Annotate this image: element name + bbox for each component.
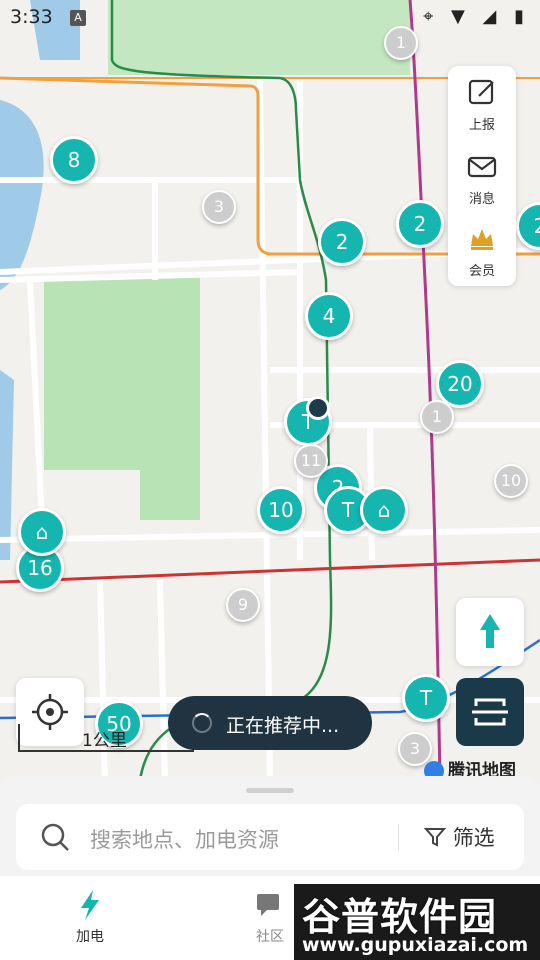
messages-button[interactable]: 消息 (448, 146, 516, 216)
station-pin[interactable]: 4 (305, 292, 353, 340)
unavailable-pin[interactable]: 11 (294, 444, 328, 478)
report-label: 上报 (468, 118, 495, 133)
filter-label: 筛选 (452, 826, 495, 850)
unavailable-pin[interactable]: 3 (202, 190, 236, 224)
recommending-toast: 正在推荐中... (168, 696, 372, 750)
station-pin[interactable]: 10 (257, 486, 305, 534)
search-icon (41, 823, 69, 851)
search-input[interactable]: 搜索地点、加电资源 (90, 824, 279, 854)
station-pin[interactable]: 2 (318, 218, 366, 266)
side-panel: 上报 消息 会员 (448, 66, 516, 286)
app-badge-icon: A (70, 10, 86, 26)
scan-icon (472, 698, 508, 726)
report-button[interactable]: 上报 (448, 72, 516, 142)
mail-icon (467, 156, 497, 178)
search-bar[interactable]: 搜索地点、加电资源 筛选 (16, 804, 524, 870)
station-pin[interactable]: 2 (396, 200, 444, 248)
bottom-sheet[interactable]: 搜索地点、加电资源 筛选 (0, 776, 540, 876)
messages-label: 消息 (468, 192, 495, 207)
watermark-title: 谷普软件园 (302, 895, 498, 939)
navigation-arrow-icon (480, 614, 500, 648)
report-icon (468, 79, 494, 105)
filter-icon (423, 828, 447, 847)
sheet-handle[interactable] (246, 788, 294, 793)
scale-label: 1公里 (82, 731, 127, 751)
navigate-button[interactable] (456, 598, 524, 666)
tab-charging[interactable]: 加电 (30, 888, 150, 946)
scan-button[interactable] (456, 678, 524, 746)
unavailable-pin[interactable]: 10 (494, 464, 528, 498)
membership-button[interactable]: 会员 (448, 218, 516, 288)
status-time: 3:33 (10, 6, 53, 28)
status-icons: ⌖ ▼ ◢ ▮ (423, 6, 530, 27)
station-pin[interactable]: 8 (50, 136, 98, 184)
loading-spinner-icon (192, 713, 212, 733)
bolt-icon (81, 890, 99, 920)
tab-charging-label: 加电 (76, 929, 104, 945)
user-location-icon (306, 396, 330, 420)
home-charger-pin-icon[interactable]: ⌂ (360, 486, 408, 534)
toast-text: 正在推荐中... (226, 715, 340, 737)
unavailable-pin[interactable]: 9 (226, 588, 260, 622)
watermark: 谷普软件园 www.gupuxiazai.com (294, 884, 540, 960)
search-divider (398, 824, 399, 850)
filter-button[interactable]: 筛选 (423, 822, 495, 852)
tesla-pin-icon[interactable]: T (402, 674, 450, 722)
watermark-url: www.gupuxiazai.com (302, 934, 529, 956)
crown-icon (471, 229, 493, 250)
chat-icon (257, 894, 279, 916)
home-charger-pin-icon[interactable]: ⌂ (18, 508, 66, 556)
status-bar: 3:33 A ⌖ ▼ ◢ ▮ (0, 0, 540, 36)
unavailable-pin[interactable]: 1 (420, 400, 454, 434)
membership-label: 会员 (468, 264, 495, 279)
